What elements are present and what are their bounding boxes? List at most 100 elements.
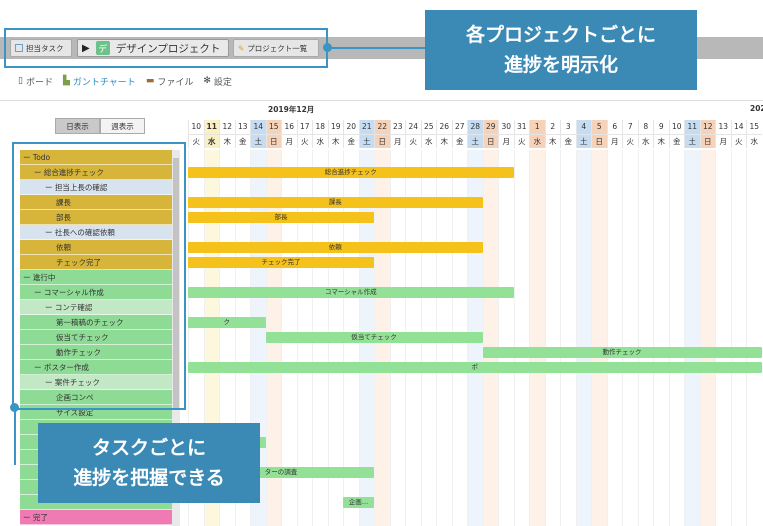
grid-column [606,150,623,526]
board-icon: ▯ [18,76,23,86]
gantt-bar[interactable]: 課長 [188,197,483,208]
gantt-grid: 総合進捗チェック 課長部長依頼チェック完了コマーシャル作成ク仮当てチェック動作チェ… [188,150,763,526]
gantt-bar[interactable]: ポ [188,362,762,373]
callout-tasks-line1: タスクごとに [91,437,206,459]
grid-column [668,150,685,526]
weekday-label: 木 [220,134,235,148]
day-number: 19 [330,122,341,131]
weekday-label: 木 [437,134,452,148]
weekday-label: 日 [375,134,390,148]
callout-connector [14,410,16,465]
day-cell: 23 月 [389,120,405,148]
grid-column [560,150,576,526]
day-cell: 29 日 [482,120,498,148]
weekday-label: 金 [561,134,576,148]
grid-column [544,150,561,526]
grid-column [637,150,654,526]
weekday-label: 日 [266,134,281,148]
day-cell: 13 月 [715,120,731,148]
day-cell: 22 日 [374,120,390,148]
grid-column [699,150,715,526]
view-file-label: ファイル [157,77,194,88]
weekday-label: 月 [607,134,622,148]
day-cell: 26 木 [436,120,452,148]
day-number: 30 [501,122,512,131]
month-label: 2019年12月 [268,105,315,114]
gantt-bar[interactable]: 総合進捗チェック [188,167,514,178]
day-cell: 11 土 [684,120,700,148]
day-number: 1 [534,122,540,131]
gantt-bar[interactable]: 企画… [343,497,374,508]
day-cell: 14 火 [730,120,746,148]
gantt-bar[interactable]: 依頼 [188,242,483,253]
gear-icon: ✻ [203,76,211,86]
callout-dot [323,43,332,52]
day-number: 31 [516,122,527,131]
day-number: 7 [627,122,633,131]
day-cell: 7火 [622,120,638,148]
gantt-bar[interactable]: コマーシャル作成 [188,287,514,298]
weekday-label: 火 [406,134,421,148]
day-number: 2 [550,122,556,131]
day-number: 14 [733,122,744,131]
weekday-label: 木 [545,134,560,148]
view-settings[interactable]: ✻ 設定 [203,75,232,88]
task-list-highlight [12,142,186,410]
weekday-label: 日 [700,134,715,148]
weekday-label: 木 [328,134,343,148]
day-cell: 15 日 [265,120,281,148]
grid-column [482,150,498,526]
gantt-bar[interactable]: 仮当てチェック [265,332,483,343]
callout-projects-line2: 進捗を明示化 [503,54,618,76]
day-number: 8 [643,122,649,131]
day-cell: 30 月 [498,120,514,148]
week-view-button[interactable]: 週表示 [100,118,145,134]
weekday-label: 水 [530,134,545,148]
weekday-label: 火 [623,134,638,148]
weekday-label: 月 [499,134,514,148]
view-file[interactable]: ▬ ファイル [146,75,194,88]
task-row[interactable]: ー 完了 [20,510,172,525]
weekday-label: 土 [576,134,591,148]
view-board-label: ボード [25,77,53,88]
gantt-bar[interactable]: チェック完了 [188,257,374,268]
weekday-label: 金 [235,134,250,148]
grid-column [715,150,731,526]
day-number: 25 [423,122,434,131]
day-number: 15 [749,122,760,131]
day-cell: 16 月 [281,120,297,148]
view-board[interactable]: ▯ ボード [18,75,53,88]
weekday-label: 土 [251,134,266,148]
view-gantt-label: ガントチャート [72,77,136,88]
weekday-label: 水 [421,134,436,148]
day-number: 11 [206,122,217,131]
day-view-button[interactable]: 日表示 [55,118,100,134]
day-cell: 28 土 [467,120,483,148]
day-cell: 1水 [529,120,545,148]
weekday-label: 月 [282,134,297,148]
callout-projects-line1: 各プロジェクトごとに [465,24,656,46]
day-cell: 13 金 [234,120,250,148]
view-gantt[interactable]: ▙ ガントチャート [63,75,136,88]
day-number: 10 [671,122,682,131]
day-number: 20 [346,122,357,131]
callout-tasks: タスクごとに 進捗を把握できる [38,423,260,503]
day-number: 6 [612,122,618,131]
weekday-label: 金 [344,134,359,148]
view-switcher: ▯ ボード ▙ ガントチャート ▬ ファイル ✻ 設定 [18,74,242,88]
grid-column [498,150,514,526]
grid-column [591,150,607,526]
gantt-bar[interactable]: ク [188,317,266,328]
gantt-bar[interactable]: 部長 [188,212,374,223]
day-number: 28 [470,122,481,131]
gantt-bar[interactable]: 動作チェック [482,347,762,358]
day-cell: 6月 [606,120,622,148]
callout-tasks-line2: 進捗を把握できる [73,467,225,489]
weekday-label: 月 [716,134,731,148]
project-tab-highlight [4,28,328,68]
grid-column [529,150,545,526]
day-cell: 5日 [591,120,607,148]
day-cell: 2木 [544,120,560,148]
day-number: 26 [439,122,450,131]
grid-column [746,150,762,526]
